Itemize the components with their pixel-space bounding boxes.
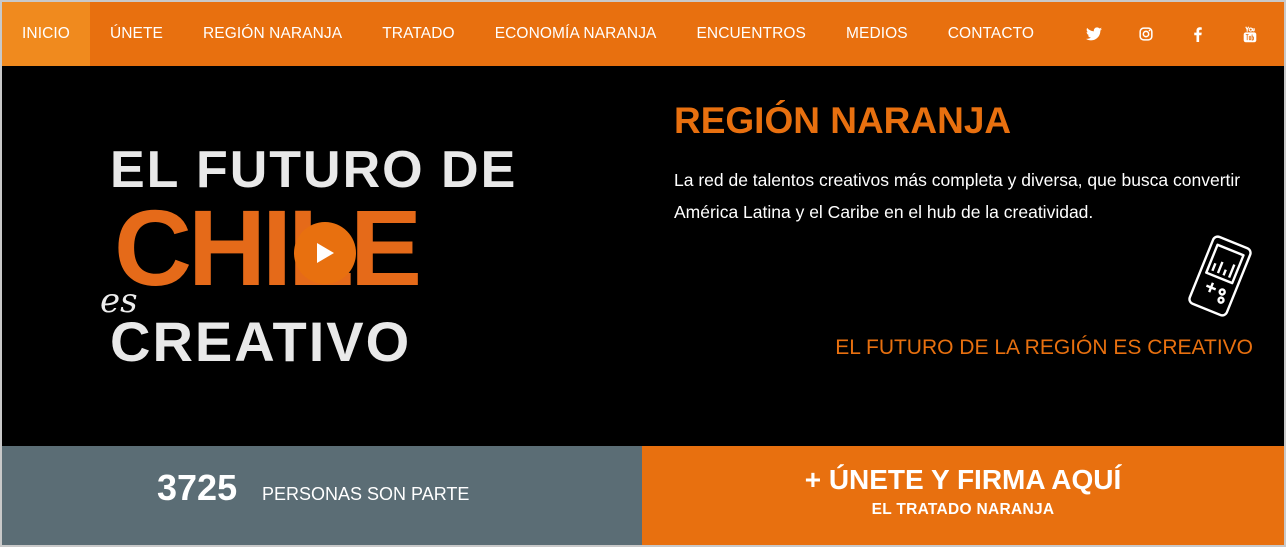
join-sign-button[interactable]: + ÚNETE Y FIRMA AQUÍ EL TRATADO NARANJA	[642, 446, 1284, 545]
play-button[interactable]	[294, 222, 356, 284]
info-panel: REGIÓN NARANJA La red de talentos creati…	[674, 66, 1274, 446]
page-frame: INICIO ÚNETE REGIÓN NARANJA TRATADO ECON…	[0, 0, 1286, 547]
twitter-icon[interactable]	[1068, 2, 1120, 66]
tagline: EL FUTURO DE LA REGIÓN ES CREATIVO	[835, 336, 1253, 359]
nav-item-tratado[interactable]: TRATADO	[362, 2, 474, 66]
main-nav: INICIO ÚNETE REGIÓN NARANJA TRATADO ECON…	[2, 2, 1284, 66]
participant-count: 3725	[157, 467, 238, 508]
gamepad-icon	[1188, 235, 1252, 317]
nav-item-medios[interactable]: MEDIOS	[826, 2, 928, 66]
hero-section: EL FUTURO DE CHILE es CREATIVO REGIÓN NA…	[2, 66, 1284, 446]
nav-item-contacto[interactable]: CONTACTO	[928, 2, 1054, 66]
nav-item-inicio[interactable]: INICIO	[2, 2, 90, 66]
participants-counter: 3725 PERSONAS SON PARTE	[2, 446, 642, 545]
nav-item-unete[interactable]: ÚNETE	[90, 2, 183, 66]
youtube-icon[interactable]	[1224, 2, 1276, 66]
video-title-chile: CHILE	[114, 187, 422, 308]
participant-label: PERSONAS SON PARTE	[262, 484, 470, 504]
nav-item-region-naranja[interactable]: REGIÓN NARANJA	[183, 2, 362, 66]
cta-sub-label: EL TRATADO NARANJA	[871, 501, 1055, 518]
nav-item-encuentros[interactable]: ENCUENTROS	[676, 2, 826, 66]
play-icon	[317, 243, 334, 263]
cta-main-label: + ÚNETE Y FIRMA AQUÍ	[804, 464, 1122, 495]
facebook-icon[interactable]	[1172, 2, 1224, 66]
instagram-icon[interactable]	[1120, 2, 1172, 66]
section-description: La red de talentos creativos más complet…	[674, 170, 1241, 222]
video-title-line3: CREATIVO	[110, 310, 412, 373]
section-title: REGIÓN NARANJA	[674, 100, 1012, 141]
nav-item-economia-naranja[interactable]: ECONOMÍA NARANJA	[475, 2, 677, 66]
social-links	[1068, 2, 1276, 66]
video-player[interactable]: EL FUTURO DE CHILE es CREATIVO	[2, 66, 646, 446]
